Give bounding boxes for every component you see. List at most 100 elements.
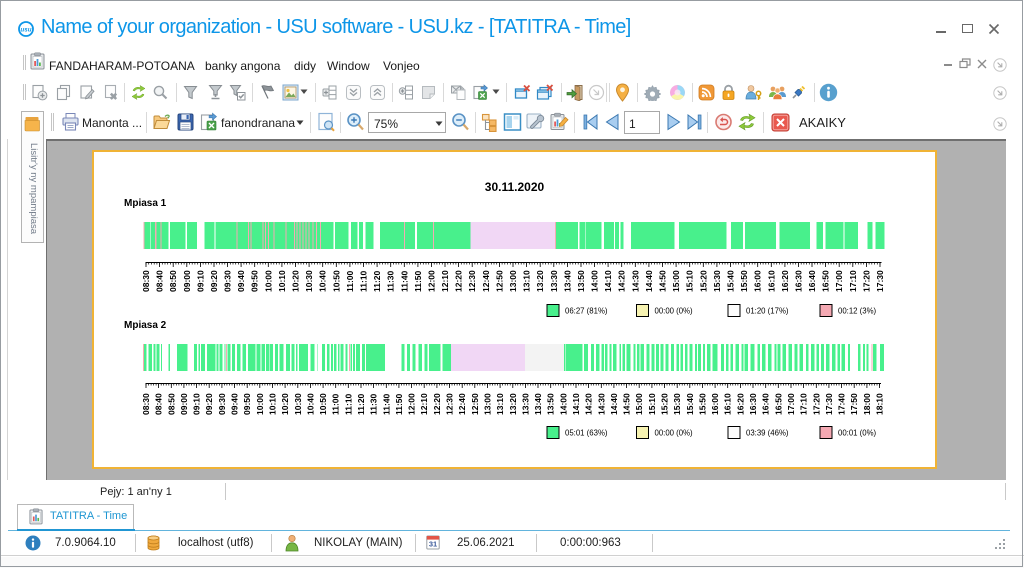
svg-text:08:40: 08:40 [154,393,164,415]
svg-text:08:50: 08:50 [168,270,178,292]
svg-text:12:00: 12:00 [426,270,436,292]
svg-text:14:00: 14:00 [558,393,568,415]
svg-text:18:00: 18:00 [862,393,872,415]
svg-text:08:30: 08:30 [141,393,151,415]
svg-text:12:30: 12:30 [467,270,477,292]
svg-text:13:10: 13:10 [495,393,505,415]
svg-text:16:30: 16:30 [748,393,758,415]
svg-text:09:20: 09:20 [209,270,219,292]
svg-text:12:10: 12:10 [440,270,450,292]
svg-text:11:40: 11:40 [381,393,391,415]
svg-text:11:40: 11:40 [399,270,409,292]
svg-text:10:00: 10:00 [255,393,265,415]
svg-text:11:20: 11:20 [356,393,366,415]
svg-text:11:30: 11:30 [386,270,396,292]
svg-text:12:40: 12:40 [481,270,491,292]
svg-text:31: 31 [429,540,437,549]
svg-text:14:10: 14:10 [571,393,581,415]
svg-text:00:12 (3%): 00:12 (3%) [838,307,877,316]
svg-text:00:00 (0%): 00:00 (0%) [655,307,694,316]
svg-text:13:30: 13:30 [520,393,530,415]
svg-text:15:10: 15:10 [685,270,695,292]
svg-text:16:50: 16:50 [821,270,831,292]
svg-text:09:00: 09:00 [182,270,192,292]
svg-text:09:40: 09:40 [236,270,246,292]
svg-text:13:50: 13:50 [546,393,556,415]
svg-text:13:50: 13:50 [576,270,586,292]
svg-text:17:40: 17:40 [837,393,847,415]
svg-text:13:10: 13:10 [522,270,532,292]
svg-text:13:20: 13:20 [535,270,545,292]
svg-text:15:30: 15:30 [712,270,722,292]
svg-text:05:01 (63%): 05:01 (63%) [565,429,608,438]
svg-text:11:30: 11:30 [369,393,379,415]
svg-text:15:40: 15:40 [685,393,695,415]
svg-text:14:50: 14:50 [622,393,632,415]
svg-text:15:20: 15:20 [698,270,708,292]
svg-text:16:00: 16:00 [710,393,720,415]
svg-text:00:00 (0%): 00:00 (0%) [655,429,694,438]
svg-text:06:27 (81%): 06:27 (81%) [565,307,608,316]
svg-text:14:40: 14:40 [644,270,654,292]
svg-text:13:00: 13:00 [483,393,493,415]
svg-text:10:00: 10:00 [263,270,273,292]
svg-text:12:10: 12:10 [419,393,429,415]
svg-text:15:50: 15:50 [739,270,749,292]
svg-text:09:40: 09:40 [230,393,240,415]
svg-text:17:10: 17:10 [848,270,858,292]
svg-text:10:40: 10:40 [318,270,328,292]
svg-text:11:00: 11:00 [345,270,355,292]
svg-text:13:40: 13:40 [533,393,543,415]
svg-text:15:40: 15:40 [726,270,736,292]
svg-text:14:20: 14:20 [584,393,594,415]
svg-text:10:20: 10:20 [280,393,290,415]
svg-text:14:10: 14:10 [603,270,613,292]
svg-text:16:30: 16:30 [793,270,803,292]
svg-text:09:10: 09:10 [192,393,202,415]
svg-text:10:50: 10:50 [318,393,328,415]
svg-text:14:20: 14:20 [617,270,627,292]
svg-text:11:50: 11:50 [413,270,423,292]
svg-text:12:20: 12:20 [432,393,442,415]
svg-text:11:20: 11:20 [372,270,382,292]
svg-text:17:00: 17:00 [786,393,796,415]
svg-text:01:20 (17%): 01:20 (17%) [746,307,789,316]
svg-text:13:20: 13:20 [508,393,518,415]
svg-text:11:50: 11:50 [394,393,404,415]
svg-text:09:50: 09:50 [242,393,252,415]
svg-text:11:10: 11:10 [343,393,353,415]
svg-text:15:00: 15:00 [634,393,644,415]
svg-text:10:40: 10:40 [305,393,315,415]
svg-text:13:40: 13:40 [562,270,572,292]
svg-text:14:40: 14:40 [609,393,619,415]
svg-text:12:50: 12:50 [470,393,480,415]
svg-text:10:50: 10:50 [331,270,341,292]
svg-text:16:20: 16:20 [735,393,745,415]
svg-text:16:50: 16:50 [773,393,783,415]
svg-text:17:20: 17:20 [811,393,821,415]
svg-text:12:50: 12:50 [494,270,504,292]
svg-text:12:30: 12:30 [445,393,455,415]
svg-text:17:30: 17:30 [875,270,885,292]
svg-text:17:30: 17:30 [824,393,834,415]
svg-text:18:10: 18:10 [875,393,885,415]
svg-text:16:10: 16:10 [723,393,733,415]
svg-text:09:50: 09:50 [250,270,260,292]
svg-text:09:00: 09:00 [179,393,189,415]
svg-text:15:20: 15:20 [660,393,670,415]
svg-text:16:10: 16:10 [766,270,776,292]
svg-text:12:40: 12:40 [457,393,467,415]
svg-text:11:10: 11:10 [359,270,369,292]
svg-text:00:01 (0%): 00:01 (0%) [838,429,877,438]
svg-text:14:30: 14:30 [630,270,640,292]
svg-text:17:50: 17:50 [849,393,859,415]
svg-text:09:30: 09:30 [217,393,227,415]
svg-text:09:30: 09:30 [223,270,233,292]
svg-text:09:10: 09:10 [195,270,205,292]
svg-text:17:20: 17:20 [861,270,871,292]
svg-text:16:40: 16:40 [761,393,771,415]
svg-text:12:00: 12:00 [407,393,417,415]
svg-text:16:20: 16:20 [780,270,790,292]
svg-text:15:10: 15:10 [647,393,657,415]
svg-text:10:30: 10:30 [304,270,314,292]
